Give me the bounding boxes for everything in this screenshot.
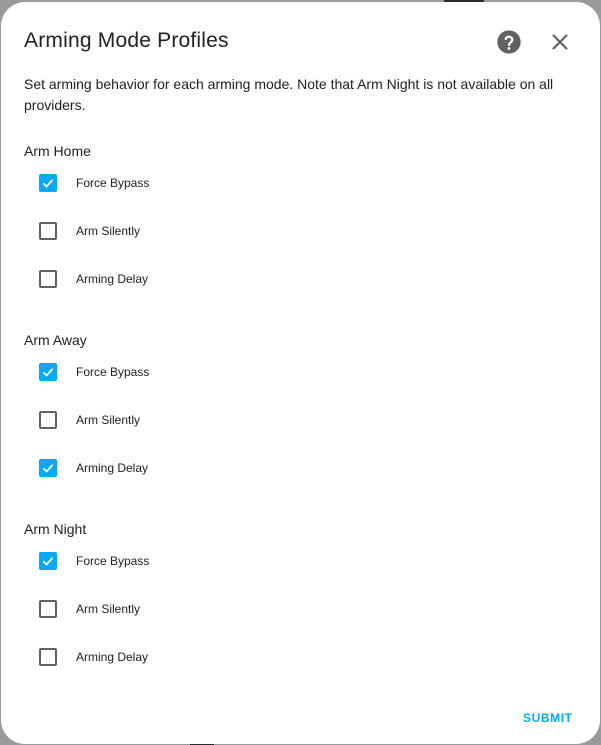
close-icon <box>552 34 568 50</box>
option-label: Arm Silently <box>76 413 141 427</box>
section-title-arm-away: Arm Away <box>24 332 87 348</box>
checkmark-icon <box>42 179 54 188</box>
dialog-description: Set arming behavior for each arming mode… <box>24 76 554 113</box>
help-button[interactable] <box>495 28 523 56</box>
option-label: Arm Silently <box>76 224 141 238</box>
help-circle-icon <box>497 30 521 54</box>
checkbox[interactable] <box>39 174 57 192</box>
option-label: Arming Delay <box>76 650 149 664</box>
arm-night-arm-silently-option[interactable]: Arm Silently <box>38 598 238 622</box>
option-label: Arming Delay <box>76 461 149 475</box>
option-label: Force Bypass <box>76 554 150 568</box>
arm-home-arming-delay-option[interactable]: Arming Delay <box>38 268 238 292</box>
submit-button[interactable]: SUBMIT <box>523 711 573 725</box>
checkmark-icon <box>42 464 54 473</box>
checkbox[interactable] <box>39 411 57 429</box>
checkbox[interactable] <box>39 552 57 570</box>
checkbox[interactable] <box>39 459 57 477</box>
section-title-arm-home: Arm Home <box>24 143 91 159</box>
arming-mode-profiles-dialog: Arming Mode Profiles Set arming behavior… <box>1 2 600 744</box>
checkbox[interactable] <box>39 600 57 618</box>
dialog-title: Arming Mode Profiles <box>24 29 229 52</box>
option-label: Force Bypass <box>76 176 150 190</box>
arm-away-arm-silently-option[interactable]: Arm Silently <box>38 409 238 433</box>
arm-night-arming-delay-option[interactable]: Arming Delay <box>38 646 238 670</box>
option-label: Force Bypass <box>76 365 150 379</box>
close-button[interactable] <box>547 29 575 57</box>
checkbox[interactable] <box>39 648 57 666</box>
option-label: Arm Silently <box>76 602 141 616</box>
arm-home-arm-silently-option[interactable]: Arm Silently <box>38 220 238 244</box>
checkbox[interactable] <box>39 363 57 381</box>
arm-away-force-bypass-option[interactable]: Force Bypass <box>38 361 238 385</box>
checkbox[interactable] <box>39 222 57 240</box>
checkmark-icon <box>42 557 54 566</box>
arm-away-arming-delay-option[interactable]: Arming Delay <box>38 457 238 481</box>
option-label: Arming Delay <box>76 272 149 286</box>
checkmark-icon <box>42 368 54 377</box>
section-title-arm-night: Arm Night <box>24 521 87 537</box>
arm-night-force-bypass-option[interactable]: Force Bypass <box>38 550 238 574</box>
arm-home-force-bypass-option[interactable]: Force Bypass <box>38 172 238 196</box>
checkbox[interactable] <box>39 270 57 288</box>
